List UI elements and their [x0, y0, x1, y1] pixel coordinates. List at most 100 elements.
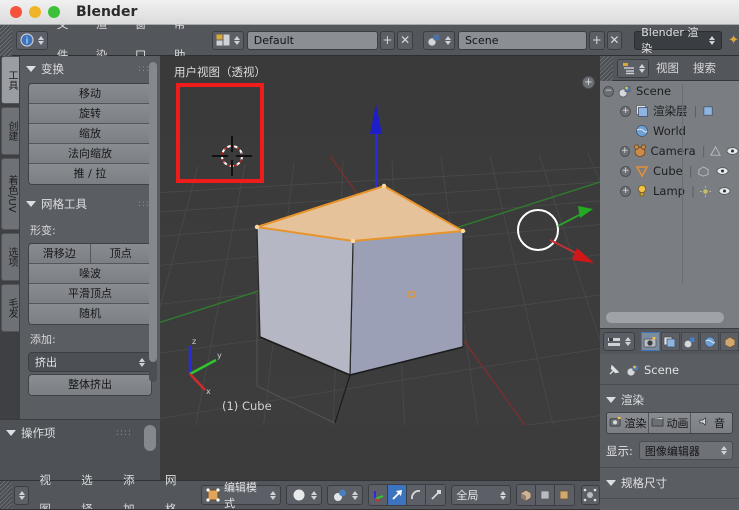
interaction-mode-selector[interactable]: 编辑模式 — [200, 481, 282, 510]
properties-tab-render[interactable] — [641, 332, 660, 351]
expand-icon[interactable]: + — [620, 105, 631, 117]
tool-rotate-button[interactable]: 旋转 — [29, 104, 151, 124]
tool-edge-slide-button[interactable]: 滑移边 — [29, 244, 91, 263]
screen-layout-spinner[interactable] — [233, 35, 240, 45]
tab-create[interactable]: 创建 — [1, 107, 19, 155]
interaction-mode-spinner[interactable] — [270, 490, 277, 500]
scene-selector[interactable] — [422, 30, 455, 50]
shading-spinner[interactable] — [311, 490, 318, 500]
properties-editor-type[interactable] — [603, 332, 635, 351]
mesh-data-icon[interactable] — [696, 164, 711, 179]
render-audio-button[interactable]: 音 — [691, 413, 732, 433]
operator-panel-header[interactable]: 操作项 :::: — [0, 420, 160, 445]
rotate-manipulator-icon[interactable] — [407, 485, 427, 505]
outliner-menu-search[interactable]: 搜索 — [686, 56, 723, 81]
header-grip[interactable] — [0, 24, 12, 56]
properties-tab-object[interactable] — [720, 332, 739, 351]
scene-spinner[interactable] — [444, 35, 451, 45]
tool-move-button[interactable]: 移动 — [29, 84, 151, 104]
render-animation-button[interactable]: 动画 — [649, 413, 691, 433]
viewport-menu-select[interactable]: 选择 — [71, 466, 113, 510]
viewport-shading-selector[interactable] — [286, 485, 323, 505]
viewport-header-grip[interactable] — [0, 480, 13, 510]
tool-vertex-slide-button[interactable]: 顶点 — [91, 244, 152, 263]
outliner-row-render-layers[interactable]: + 渲染层 | — [600, 101, 739, 121]
delete-scene-button[interactable]: ✕ — [606, 30, 623, 50]
tool-smooth-vertex-button[interactable]: 平滑顶点 — [29, 284, 151, 304]
tool-scale-button[interactable]: 缩放 — [29, 124, 151, 144]
tool-extrude-region-button[interactable]: 整体挤出 — [29, 375, 151, 395]
viewport-menu-mesh[interactable]: 网格 — [155, 466, 197, 510]
add-screen-layout-button[interactable]: + — [379, 30, 396, 50]
outliner-editor-type[interactable] — [617, 58, 649, 78]
eye-icon[interactable] — [717, 184, 732, 199]
operator-scroll-thumb[interactable] — [144, 425, 156, 451]
pivot-spinner[interactable] — [352, 490, 359, 500]
delete-screen-layout-button[interactable]: ✕ — [397, 30, 413, 50]
screen-layout-selector[interactable] — [211, 30, 244, 50]
properties-tab-render-layers[interactable] — [660, 332, 680, 351]
outliner-row-cube[interactable]: + Cube | — [600, 161, 739, 181]
close-window-button[interactable] — [10, 6, 22, 18]
display-mode-select[interactable]: 图像编辑器 — [638, 441, 733, 460]
occlude-geometry-icon[interactable] — [535, 485, 555, 505]
transform-orientation-selector[interactable]: 全局 — [451, 485, 511, 505]
viewport-toolbar-toggle[interactable]: + — [582, 76, 595, 89]
editor-type-selector[interactable]: i — [15, 30, 48, 50]
minimize-window-button[interactable] — [29, 6, 41, 18]
xray-icon[interactable] — [554, 485, 574, 505]
outliner-row-scene[interactable]: − Scene — [600, 81, 739, 101]
scale-manipulator-icon[interactable] — [426, 485, 446, 505]
extrude-spinner[interactable] — [139, 357, 145, 367]
render-layer-icon[interactable] — [701, 104, 716, 119]
properties-editor-spinner[interactable] — [625, 337, 631, 346]
editor-type-spinner[interactable] — [37, 35, 44, 45]
camera-data-icon[interactable] — [709, 144, 722, 159]
transform-panel-header[interactable]: 变换 :::: — [20, 56, 160, 81]
tab-shading-uv[interactable]: 着色/UV — [1, 158, 19, 230]
panel-drag-dots[interactable]: :::: — [116, 428, 132, 438]
tool-push-pull-button[interactable]: 推 / 拉 — [29, 164, 151, 184]
viewport-editor-spinner[interactable] — [19, 490, 26, 500]
eye-icon[interactable] — [715, 164, 730, 179]
pivot-point-selector[interactable] — [327, 485, 364, 505]
tool-shrink-fatten-button[interactable]: 法向缩放 — [29, 144, 151, 164]
tab-options[interactable]: 选项 — [1, 233, 19, 281]
expand-icon[interactable]: + — [620, 145, 630, 157]
outliner-scrollbar[interactable] — [606, 312, 724, 323]
viewport-menu-view[interactable]: 视图 — [29, 466, 71, 510]
dimensions-panel-header[interactable]: 规格尺寸 — [600, 471, 739, 495]
outliner-grip[interactable] — [600, 56, 613, 81]
toolshelf-scrollbar[interactable] — [149, 62, 157, 382]
render-engine-selector[interactable]: Blender 渲染 — [634, 26, 723, 55]
pin-icon[interactable] — [606, 362, 621, 377]
properties-tab-scene[interactable] — [680, 332, 700, 351]
orientation-spinner[interactable] — [499, 490, 506, 500]
limit-selection-icon[interactable] — [516, 485, 536, 505]
scene-name-field[interactable]: Scene — [457, 30, 587, 50]
eye-icon[interactable] — [726, 144, 739, 159]
translate-manipulator-icon[interactable] — [388, 485, 408, 505]
tab-hair[interactable]: 毛发 — [1, 284, 19, 332]
expand-icon[interactable]: + — [620, 165, 631, 177]
display-mode-spinner[interactable] — [721, 446, 727, 455]
add-scene-button[interactable]: + — [588, 30, 605, 50]
outliner-row-lamp[interactable]: + Lamp | — [600, 181, 739, 201]
proportional-edit-icon[interactable] — [580, 485, 600, 505]
render-panel-header[interactable]: 渲染 — [600, 388, 739, 412]
toolshelf-scroll-thumb[interactable] — [149, 62, 157, 362]
tool-noise-button[interactable]: 噪波 — [29, 264, 151, 284]
lamp-data-icon[interactable] — [698, 184, 713, 199]
properties-tab-world[interactable] — [700, 332, 720, 351]
viewport-menu-add[interactable]: 添加 — [113, 466, 155, 510]
render-image-button[interactable]: 渲染 — [607, 413, 649, 433]
collapse-icon[interactable]: − — [603, 85, 614, 97]
render-engine-spinner[interactable] — [709, 35, 716, 45]
screen-layout-field[interactable]: Default — [246, 30, 378, 50]
mesh-tools-panel-header[interactable]: 网格工具 :::: — [20, 191, 160, 216]
outliner-row-camera[interactable]: + Camera | — [600, 141, 739, 161]
viewport-3d[interactable]: z y x 用户视图（透视） (1) Cube + — [160, 56, 600, 425]
outliner-editor-spinner[interactable] — [639, 63, 645, 73]
expand-icon[interactable]: + — [620, 185, 631, 197]
manipulator-toggle-icon[interactable] — [369, 485, 389, 505]
